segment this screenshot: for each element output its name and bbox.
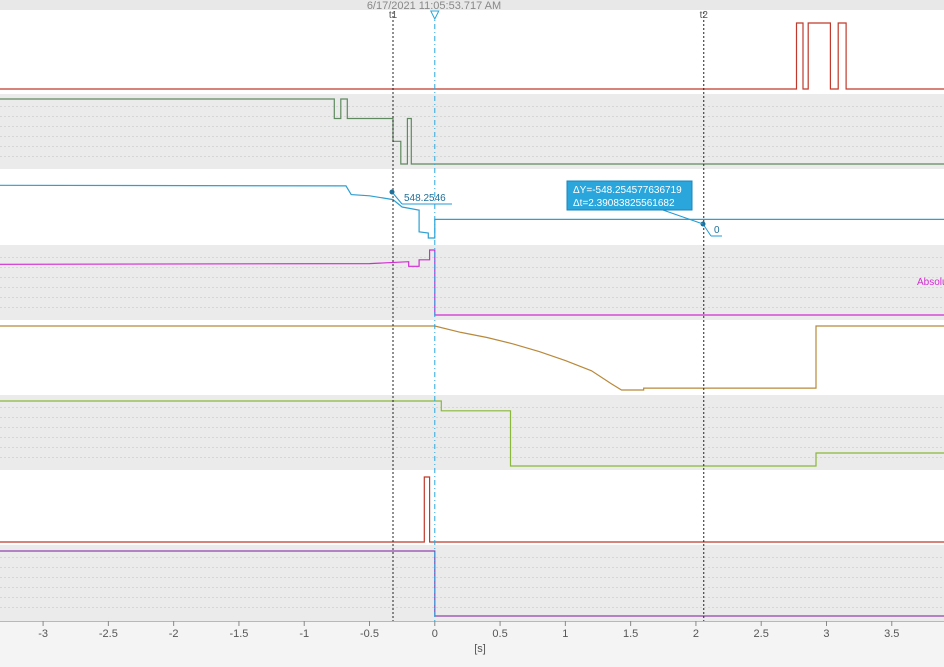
x-tick-label: -2.5 bbox=[99, 628, 118, 640]
x-tick-label: 3 bbox=[823, 628, 829, 640]
cursor-label-t1: t1 bbox=[389, 10, 398, 21]
x-axis-unit-label: [s] bbox=[474, 643, 486, 655]
x-tick-label: -0.5 bbox=[360, 628, 379, 640]
x-tick-label: -1.5 bbox=[229, 628, 248, 640]
signal-name-label: Absolu bbox=[917, 277, 944, 288]
x-tick-label: 2 bbox=[693, 628, 699, 640]
x-tick-label: 0.5 bbox=[492, 628, 507, 640]
delta-t-label: Δt=2.39083825561682 bbox=[573, 198, 675, 209]
x-tick-label: -2 bbox=[169, 628, 179, 640]
x-tick-label: -1 bbox=[299, 628, 309, 640]
t1-measure-point bbox=[389, 189, 395, 195]
cursor-label-t2: t2 bbox=[700, 10, 709, 21]
delta-y-label: ΔY=-548.254577636719 bbox=[573, 185, 682, 196]
x-tick-label: 3.5 bbox=[884, 628, 899, 640]
x-tick-label: 1.5 bbox=[623, 628, 638, 640]
x-tick-label: 2.5 bbox=[754, 628, 769, 640]
signal-plot-area[interactable]: 6/17/2021 11:05:53.717 AM t1 t2 548.2546 … bbox=[0, 0, 944, 667]
x-tick-label: 0 bbox=[432, 628, 438, 640]
x-axis-bar[interactable] bbox=[0, 621, 944, 667]
x-tick-label: -3 bbox=[38, 628, 48, 640]
t1-value-label: 548.2546 bbox=[404, 193, 446, 204]
t2-value-label: 0 bbox=[714, 225, 720, 236]
x-tick-label: 1 bbox=[562, 628, 568, 640]
